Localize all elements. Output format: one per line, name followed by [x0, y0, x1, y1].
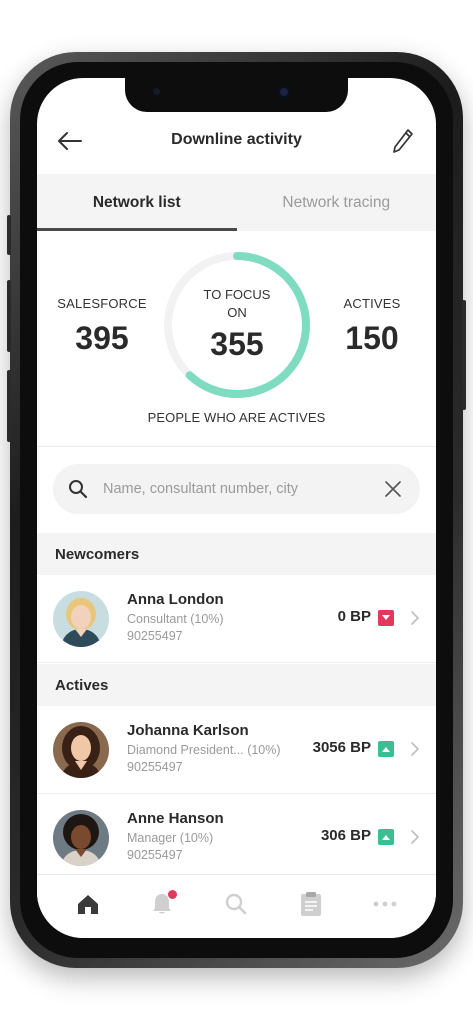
actives-value: 150	[345, 320, 399, 356]
nav-search[interactable]	[216, 884, 256, 924]
person-role: Manager (10%)	[127, 831, 214, 845]
actives-caption: PEOPLE WHO ARE ACTIVES	[147, 410, 326, 425]
actives-label: ACTIVES	[343, 296, 401, 311]
nav-orders[interactable]	[291, 884, 331, 924]
volume-down-button	[7, 370, 11, 442]
focus-value: 355	[210, 326, 264, 362]
search-icon	[67, 478, 89, 500]
tab-network-tracing[interactable]: Network tracing	[237, 174, 437, 231]
person-name: Anna London	[127, 591, 224, 608]
more-icon	[373, 901, 397, 906]
salesforce-label: SALESFORCE	[57, 296, 147, 311]
section-actives: Actives	[37, 664, 436, 706]
person-id: 90255497	[127, 629, 183, 643]
person-bp: 306 BP	[320, 827, 371, 844]
nav-home[interactable]	[68, 884, 108, 924]
app-screen: Downline activity Network list Network t…	[37, 78, 436, 938]
person-role: Diamond President... (10%)	[127, 743, 281, 757]
clear-search-button[interactable]	[382, 478, 404, 500]
search-icon	[226, 893, 247, 914]
actives-stat: ACTIVES 150	[319, 296, 425, 357]
nav-more[interactable]	[365, 884, 405, 924]
bottom-nav	[37, 874, 436, 938]
focus-ring: TO FOCUS ON 355	[160, 248, 314, 402]
clipboard-icon	[300, 891, 321, 916]
mute-switch	[7, 215, 11, 255]
person-role: Consultant (10%)	[127, 612, 224, 626]
sensor	[153, 88, 160, 95]
close-icon	[385, 481, 401, 497]
header: Downline activity	[37, 118, 436, 164]
page-title: Downline activity	[171, 131, 302, 148]
tab-network-list[interactable]: Network list	[37, 174, 237, 231]
front-camera	[278, 86, 290, 98]
tab-bar: Network list Network tracing	[37, 174, 436, 231]
person-id: 90255497	[127, 848, 183, 862]
chevron-right-icon	[408, 828, 422, 846]
section-newcomers: Newcomers	[37, 533, 436, 575]
avatar	[53, 722, 109, 778]
avatar	[53, 810, 109, 866]
home-icon	[78, 894, 99, 914]
edit-button[interactable]	[388, 126, 418, 156]
person-bp: 3056 BP	[312, 739, 371, 756]
person-bp: 0 BP	[337, 608, 371, 625]
volume-up-button	[7, 280, 11, 352]
divider	[37, 446, 436, 447]
person-name: Anne Hanson	[127, 810, 224, 827]
search-input[interactable]	[103, 464, 382, 514]
notch	[125, 78, 348, 112]
trend-down-icon	[378, 610, 394, 626]
chevron-right-icon	[408, 609, 422, 627]
trend-up-icon	[378, 829, 394, 845]
salesforce-stat: SALESFORCE 395	[49, 296, 155, 357]
salesforce-value: 395	[75, 320, 129, 356]
chevron-right-icon	[408, 740, 422, 758]
notification-dot	[168, 889, 178, 899]
list-item-anna-london[interactable]: Anna London Consultant (10%) 90255497 0 …	[37, 575, 436, 663]
list-item-anne-hanson[interactable]: Anne Hanson Manager (10%) 90255497 306 B…	[37, 794, 436, 882]
pencil-icon	[393, 129, 413, 153]
nav-notifications[interactable]	[142, 884, 182, 924]
avatar	[53, 591, 109, 647]
person-id: 90255497	[127, 760, 183, 774]
person-name: Johanna Karlson	[127, 722, 249, 739]
power-button	[462, 300, 466, 410]
list-item-johanna-karlson[interactable]: Johanna Karlson Diamond President... (10…	[37, 706, 436, 794]
trend-up-icon	[378, 741, 394, 757]
focus-label: TO FOCUS ON	[203, 287, 271, 320]
search-bar	[53, 464, 420, 514]
